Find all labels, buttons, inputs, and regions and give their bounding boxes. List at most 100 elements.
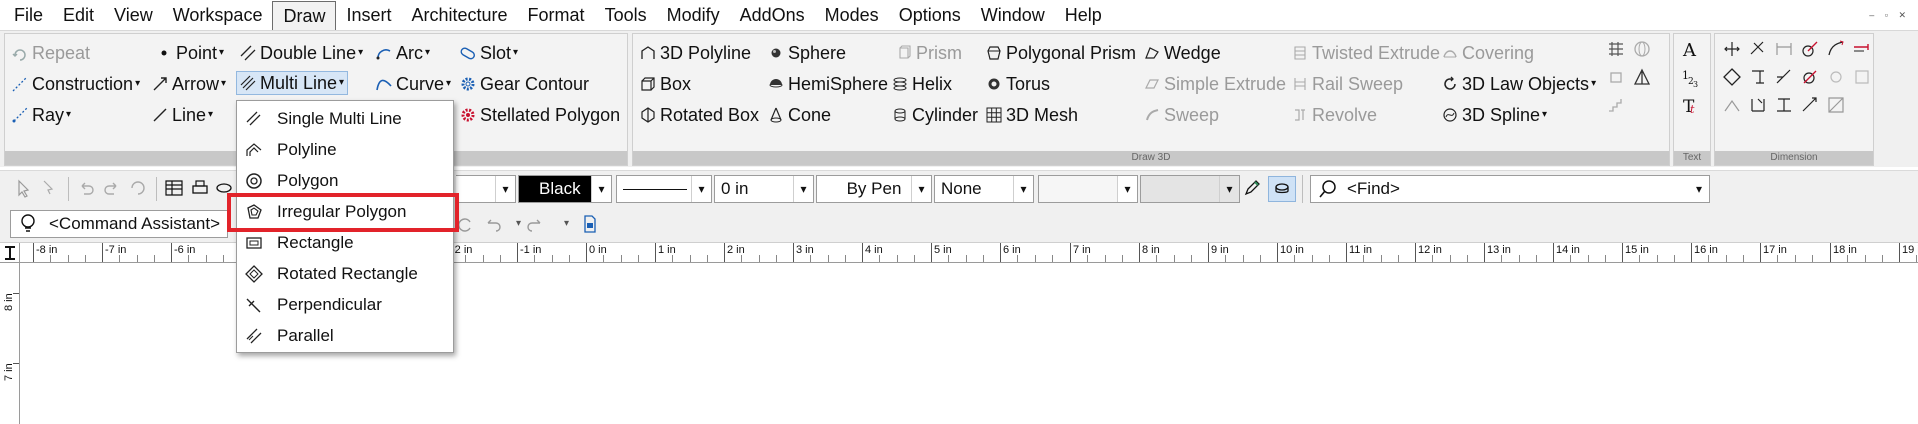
dim-arc-length-icon[interactable] bbox=[1800, 95, 1822, 117]
line-style-dropdown[interactable]: ▾ bbox=[616, 175, 712, 203]
rotated-box-button[interactable]: Rotated Box bbox=[640, 103, 759, 127]
menu-edit[interactable]: Edit bbox=[53, 1, 104, 30]
slot-button[interactable]: Slot ▾ bbox=[460, 41, 518, 65]
multi-line-button[interactable]: Multi Line ▾ bbox=[236, 71, 349, 95]
dim-ordinate-icon[interactable] bbox=[1748, 67, 1770, 89]
3d-spline-button[interactable]: 3D Spline ▾ bbox=[1442, 103, 1547, 127]
select-icon[interactable] bbox=[14, 178, 36, 200]
prism-button[interactable]: Prism bbox=[896, 41, 962, 65]
dim-diameter-icon[interactable] bbox=[1800, 67, 1822, 89]
3d-law-objects-button[interactable]: 3D Law Objects ▾ bbox=[1442, 72, 1596, 96]
double-line-button[interactable]: Double Line ▾ bbox=[240, 41, 363, 65]
wedge-button[interactable]: Wedge bbox=[1144, 41, 1221, 65]
dim-baseline-icon[interactable] bbox=[1774, 39, 1796, 61]
chevron-down-icon[interactable]: ▾ bbox=[516, 218, 521, 229]
menu-item-perpendicular[interactable]: Perpendicular bbox=[237, 289, 453, 320]
back-icon[interactable] bbox=[482, 214, 504, 236]
dim-radius-icon[interactable] bbox=[1800, 39, 1822, 61]
repeat-last-icon[interactable] bbox=[128, 178, 150, 200]
ray-button[interactable]: Ray ▾ bbox=[12, 103, 71, 127]
torus-button[interactable]: Torus bbox=[986, 72, 1050, 96]
menu-item-single-multi-line[interactable]: Single Multi Line bbox=[237, 103, 453, 134]
menu-format[interactable]: Format bbox=[518, 1, 595, 30]
menu-options[interactable]: Options bbox=[889, 1, 971, 30]
menu-architecture[interactable]: Architecture bbox=[402, 1, 518, 30]
revolve-button[interactable]: Revolve bbox=[1292, 103, 1377, 127]
undo-icon[interactable] bbox=[76, 178, 98, 200]
twisted-extrude-button[interactable]: Twisted Extrude bbox=[1292, 41, 1440, 65]
menu-help[interactable]: Help bbox=[1055, 1, 1112, 30]
dim-arc-icon[interactable] bbox=[1826, 39, 1848, 61]
redo-icon[interactable] bbox=[102, 178, 124, 200]
sphere-button[interactable]: Sphere bbox=[768, 41, 846, 65]
stairs-icon[interactable] bbox=[1606, 95, 1628, 117]
transparency-dropdown[interactable]: ▾ bbox=[1140, 175, 1240, 203]
stellated-polygon-button[interactable]: Stellated Polygon bbox=[460, 103, 620, 127]
construction-button[interactable]: Construction ▾ bbox=[12, 72, 140, 96]
select-edit-icon[interactable] bbox=[40, 178, 62, 200]
menu-item-rotated-rectangle[interactable]: Rotated Rectangle bbox=[237, 258, 453, 289]
globe-icon[interactable] bbox=[1632, 39, 1654, 61]
menu-draw[interactable]: Draw bbox=[272, 0, 337, 32]
printer-icon[interactable] bbox=[190, 178, 212, 200]
dim-angle-icon[interactable] bbox=[1722, 67, 1744, 89]
color-dropdown[interactable]: Black ▾ bbox=[518, 175, 612, 203]
document-icon[interactable] bbox=[580, 214, 602, 236]
dim-horizontal-icon[interactable] bbox=[1774, 95, 1796, 117]
hatch-icon[interactable] bbox=[1606, 39, 1628, 61]
pencil-icon[interactable] bbox=[1242, 178, 1264, 200]
undo-small-icon[interactable] bbox=[456, 214, 478, 236]
line-button[interactable]: Line ▾ bbox=[152, 103, 213, 127]
fill-dropdown[interactable]: None ▾ bbox=[934, 175, 1034, 203]
pen-dropdown[interactable]: By Pen ▾ bbox=[816, 175, 932, 203]
table-icon[interactable] bbox=[164, 178, 186, 200]
cone-button[interactable]: Cone bbox=[768, 103, 831, 127]
dim-leader-icon[interactable] bbox=[1852, 39, 1874, 61]
dim-center-icon[interactable] bbox=[1852, 67, 1874, 89]
dim-tolerance-icon[interactable] bbox=[1826, 67, 1848, 89]
layers-toggle-icon[interactable] bbox=[1268, 176, 1296, 202]
menu-view[interactable]: View bbox=[104, 1, 163, 30]
menu-item-parallel[interactable]: Parallel bbox=[237, 320, 453, 351]
ruler-corner[interactable] bbox=[0, 243, 20, 262]
eye-icon[interactable] bbox=[214, 178, 236, 200]
3d-polyline-button[interactable]: 3D Polyline bbox=[640, 41, 751, 65]
text-style-icon[interactable]: Tt bbox=[1680, 95, 1702, 117]
menu-item-rectangle[interactable]: Rectangle bbox=[237, 227, 453, 258]
rail-sweep-button[interactable]: Rail Sweep bbox=[1292, 72, 1403, 96]
dim-slope-icon[interactable] bbox=[1722, 95, 1744, 117]
covering-button[interactable]: Covering bbox=[1442, 41, 1534, 65]
repeat-button[interactable]: Repeat bbox=[12, 41, 90, 65]
dim-vertical-icon[interactable] bbox=[1748, 95, 1770, 117]
3d-mesh-button[interactable]: 3D Mesh bbox=[986, 103, 1078, 127]
window-controls[interactable]: ‒ ▫ ✕ bbox=[1869, 10, 1910, 21]
menu-file[interactable]: File bbox=[4, 1, 53, 30]
arc-button[interactable]: Arc ▾ bbox=[376, 41, 430, 65]
command-assistant-input[interactable]: <Command Assistant> bbox=[10, 210, 228, 238]
curve-button[interactable]: Curve ▾ bbox=[376, 72, 451, 96]
menu-window[interactable]: Window bbox=[971, 1, 1055, 30]
arrow-button[interactable]: Arrow ▾ bbox=[152, 72, 226, 96]
menu-item-polyline[interactable]: Polyline bbox=[237, 134, 453, 165]
gear-contour-button[interactable]: Gear Contour bbox=[460, 72, 589, 96]
point-button[interactable]: Point ▾ bbox=[156, 41, 224, 65]
layer-dropdown[interactable]: ▾ bbox=[456, 175, 516, 203]
forward-icon[interactable] bbox=[526, 214, 548, 236]
menu-insert[interactable]: Insert bbox=[336, 1, 401, 30]
line-thickness-dropdown[interactable]: 0 in ▾ bbox=[714, 175, 814, 203]
menu-addons[interactable]: AddOns bbox=[730, 1, 815, 30]
find-input[interactable]: <Find> ▾ bbox=[1310, 175, 1710, 203]
numbering-icon[interactable]: 123 bbox=[1680, 67, 1702, 89]
box-button[interactable]: Box bbox=[640, 72, 691, 96]
hemisphere-button[interactable]: HemiSphere bbox=[768, 72, 888, 96]
cylinder-button[interactable]: Cylinder bbox=[892, 103, 978, 127]
dim-linear-icon[interactable] bbox=[1722, 39, 1744, 61]
pyramid-icon[interactable] bbox=[1632, 67, 1654, 89]
helix-button[interactable]: Helix bbox=[892, 72, 952, 96]
menu-item-irregular-polygon[interactable]: Irregular Polygon bbox=[237, 196, 453, 227]
menu-item-polygon[interactable]: Polygon bbox=[237, 165, 453, 196]
menu-modify[interactable]: Modify bbox=[657, 1, 730, 30]
text-icon[interactable]: A bbox=[1680, 39, 1702, 61]
menu-modes[interactable]: Modes bbox=[815, 1, 889, 30]
dim-aligned-icon[interactable] bbox=[1748, 39, 1770, 61]
